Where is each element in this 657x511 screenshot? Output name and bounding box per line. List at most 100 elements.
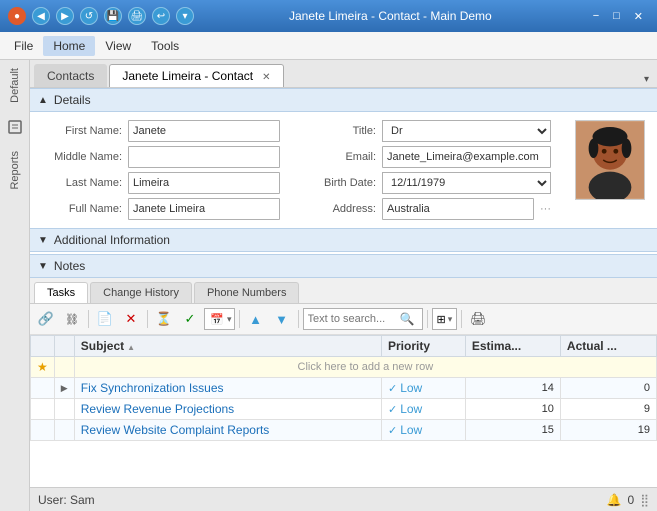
additional-info-toggle-icon: ▼ xyxy=(38,235,48,246)
print-button[interactable]: 🖨 xyxy=(128,7,146,25)
col-subject-header[interactable]: Subject xyxy=(74,336,381,357)
full-name-input[interactable] xyxy=(128,198,280,220)
calendar-button[interactable]: 📅 xyxy=(207,309,227,329)
notes-section-header[interactable]: ▼ Notes xyxy=(30,254,657,278)
estimate-cell: 10 xyxy=(465,399,560,420)
sidebar-default-label[interactable]: Default xyxy=(9,60,21,111)
confirm-button[interactable]: ✓ xyxy=(178,307,202,331)
bell-icon: 🔔 xyxy=(607,493,622,507)
toolbar-divider-6 xyxy=(461,310,462,328)
email-input[interactable] xyxy=(382,146,551,168)
form-col-left: First Name: Middle Name: Last Name: xyxy=(42,120,280,220)
title-select[interactable]: Dr Mr Ms xyxy=(382,120,551,142)
full-name-row: Full Name: xyxy=(42,198,280,220)
scroll-up-button[interactable]: ▲ xyxy=(244,307,268,331)
details-section-header[interactable]: ▲ Details xyxy=(30,88,657,112)
maximize-button[interactable]: □ xyxy=(607,8,626,25)
col-priority-header[interactable]: Priority xyxy=(381,336,465,357)
tab-contact-detail[interactable]: Janete Limeira - Contact ✕ xyxy=(109,64,283,87)
main-layout: Default Reports Contacts Janete Limeira … xyxy=(0,60,657,511)
tab-contacts[interactable]: Contacts xyxy=(34,64,107,87)
last-name-row: Last Name: xyxy=(42,172,280,194)
details-section-label: Details xyxy=(54,93,91,107)
last-name-label: Last Name: xyxy=(42,177,122,189)
print-grid-button[interactable]: 🖨 xyxy=(466,307,490,331)
undo-dropdown-button[interactable]: ▾ xyxy=(176,7,194,25)
left-sidebar: Default Reports xyxy=(0,60,30,511)
additional-info-section-header[interactable]: ▼ Additional Information xyxy=(30,228,657,252)
actual-cell: 0 xyxy=(560,378,656,399)
priority-badge: Low xyxy=(388,381,422,395)
save-button[interactable]: 💾 xyxy=(104,7,122,25)
user-label: User: Sam xyxy=(38,493,95,507)
add-row-star: ★ xyxy=(37,360,48,374)
middle-name-row: Middle Name: xyxy=(42,146,280,168)
middle-name-input[interactable] xyxy=(128,146,280,168)
menu-view[interactable]: View xyxy=(95,36,141,56)
status-right: 🔔 0 ⣿ xyxy=(607,493,649,507)
address-more-button[interactable]: ··· xyxy=(540,203,551,215)
col-actual-header[interactable]: Actual ... xyxy=(560,336,656,357)
grid-toolbar: 🔗 ⛓ 📄 ✕ ⏳ ✓ 📅 ▾ ▲ ▼ xyxy=(30,304,657,335)
toolbar-divider-2 xyxy=(147,310,148,328)
delete-record-button[interactable]: ✕ xyxy=(119,307,143,331)
scroll-down-button[interactable]: ▼ xyxy=(270,307,294,331)
search-box[interactable]: 🔍 xyxy=(303,308,423,330)
tab-change-history[interactable]: Change History xyxy=(90,282,192,303)
close-button[interactable]: ✕ xyxy=(628,8,649,25)
sidebar-reports-icon[interactable] xyxy=(3,115,27,139)
search-input[interactable] xyxy=(308,313,398,325)
address-row: Address: ··· xyxy=(296,198,551,220)
email-label: Email: xyxy=(296,151,376,163)
window-controls[interactable]: ● ◀ ▶ ↺ 💾 🖨 ↩ ▾ xyxy=(8,7,194,25)
calendar-group[interactable]: 📅 ▾ xyxy=(204,308,235,330)
col-star-header xyxy=(31,336,55,357)
layout-dropdown-icon[interactable]: ▾ xyxy=(448,314,453,325)
reload-button[interactable]: ↺ xyxy=(80,7,98,25)
sidebar-reports-label[interactable]: Reports xyxy=(9,143,21,198)
menu-file[interactable]: File xyxy=(4,36,43,56)
nav-forward-button[interactable]: ▶ xyxy=(56,7,74,25)
menu-home[interactable]: Home xyxy=(43,36,95,56)
minimize-button[interactable]: − xyxy=(587,8,605,25)
undo-button[interactable]: ↩ xyxy=(152,7,170,25)
actual-cell: 9 xyxy=(560,399,656,420)
row-expand-icon[interactable]: ▶ xyxy=(61,383,68,393)
birth-date-select[interactable]: 12/11/1979 xyxy=(382,172,551,194)
add-row[interactable]: ★ Click here to add a new row xyxy=(31,357,657,378)
link-button[interactable]: 🔗 xyxy=(34,307,58,331)
form-columns: First Name: Middle Name: Last Name: xyxy=(42,120,567,220)
subject-link[interactable]: Review Revenue Projections xyxy=(81,402,234,416)
close-app-button[interactable]: ● xyxy=(8,7,26,25)
toolbar-divider-3 xyxy=(239,310,240,328)
tab-close-icon[interactable]: ✕ xyxy=(262,72,270,83)
details-form: First Name: Middle Name: Last Name: xyxy=(30,112,657,228)
priority-badge: Low xyxy=(388,423,422,437)
col-estimate-header[interactable]: Estima... xyxy=(465,336,560,357)
estimate-cell: 14 xyxy=(465,378,560,399)
first-name-label: First Name: xyxy=(42,125,122,137)
new-record-button[interactable]: 📄 xyxy=(93,307,117,331)
additional-info-label: Additional Information xyxy=(54,233,170,247)
tab-tasks[interactable]: Tasks xyxy=(34,282,88,303)
last-name-input[interactable] xyxy=(128,172,280,194)
contact-photo-svg xyxy=(576,120,644,200)
tab-phone-numbers[interactable]: Phone Numbers xyxy=(194,282,300,303)
birth-date-row: Birth Date: 12/11/1979 xyxy=(296,172,551,194)
notes-content: Tasks Change History Phone Numbers 🔗 ⛓ 📄… xyxy=(30,278,657,441)
layout-button[interactable]: ⊞ ▾ xyxy=(432,308,458,330)
nav-back-button[interactable]: ◀ xyxy=(32,7,50,25)
search-icon: 🔍 xyxy=(400,312,415,326)
tab-scroll-arrow[interactable]: ▾ xyxy=(640,72,653,87)
add-row-label[interactable]: Click here to add a new row xyxy=(74,357,656,378)
address-input[interactable] xyxy=(382,198,534,220)
window-buttons[interactable]: − □ ✕ xyxy=(587,8,649,25)
subject-link[interactable]: Fix Synchronization Issues xyxy=(81,381,224,395)
calendar-dropdown-icon[interactable]: ▾ xyxy=(227,314,232,325)
first-name-input[interactable] xyxy=(128,120,280,142)
filter-button[interactable]: ⏳ xyxy=(152,307,176,331)
subject-link[interactable]: Review Website Complaint Reports xyxy=(81,423,270,437)
menu-bar: File Home View Tools xyxy=(0,32,657,60)
menu-tools[interactable]: Tools xyxy=(141,36,189,56)
unlink-button[interactable]: ⛓ xyxy=(60,307,84,331)
